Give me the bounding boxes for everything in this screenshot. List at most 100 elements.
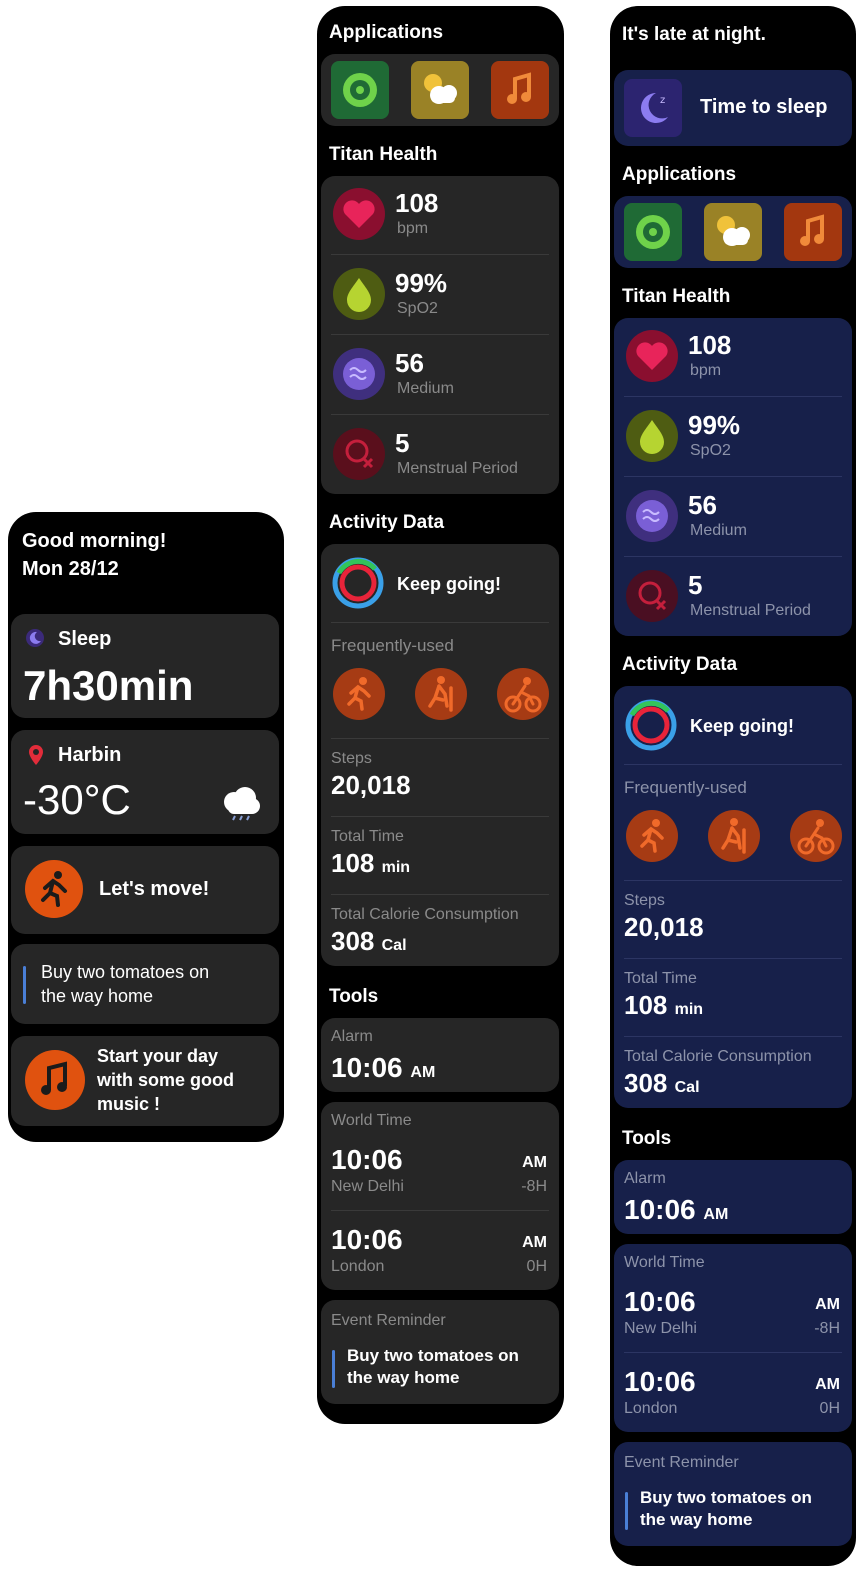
period-label: Menstrual Period	[397, 460, 518, 477]
activity-rings-icon	[332, 557, 384, 609]
running-icon[interactable]	[626, 810, 678, 862]
heart-label: bpm	[690, 362, 722, 379]
spo2-value: 99%	[395, 268, 448, 298]
music-line3: music !	[97, 1094, 161, 1114]
alarm-card[interactable]: Alarm 10:06 AM	[614, 1160, 852, 1234]
city-ampm: AM	[815, 1296, 840, 1313]
sleep-prompt-label: Time to sleep	[700, 96, 828, 118]
total-time-value: 108 min	[624, 990, 704, 1020]
divider	[624, 958, 842, 959]
divider	[331, 816, 549, 817]
world-time-card[interactable]: World Time 10:06 AM New Delhi -8H 10:06 …	[321, 1102, 559, 1290]
music-app-icon[interactable]	[491, 61, 549, 119]
weather-card[interactable]: Harbin -30°C	[11, 730, 279, 834]
divider	[624, 764, 842, 765]
divider	[331, 254, 549, 255]
steps-label: Steps	[331, 750, 372, 767]
activity-card[interactable]: Keep going! Frequently-used Steps 20,018…	[614, 686, 852, 1108]
mindfulness-app-icon[interactable]	[331, 61, 389, 119]
spo2-label: SpO2	[397, 300, 438, 317]
frequently-used-label: Frequently-used	[624, 778, 747, 797]
health-card[interactable]: 108 bpm 99% SpO2 56 Medium 5 Menstrual P…	[321, 176, 559, 494]
health-title: Titan Health	[622, 286, 731, 307]
period-icon	[333, 428, 385, 480]
event-label: Event Reminder	[331, 1312, 446, 1329]
svg-text:z: z	[660, 95, 665, 106]
alarm-time: 10:06 AM	[624, 1194, 729, 1225]
city-offset: -8H	[521, 1178, 547, 1195]
reminder-line2: the way home	[41, 986, 154, 1006]
event-reminder-card[interactable]: Event Reminder Buy two tomatoes on the w…	[321, 1300, 559, 1404]
weather-app-icon[interactable]	[704, 203, 762, 261]
event-accent	[332, 1350, 335, 1388]
applications-card	[614, 196, 852, 268]
divider	[624, 396, 842, 397]
hiking-icon[interactable]	[415, 668, 467, 720]
alarm-time: 10:06 AM	[331, 1052, 436, 1083]
activity-title: Activity Data	[622, 654, 738, 675]
calories-label: Total Calorie Consumption	[331, 906, 519, 923]
city-ampm: AM	[522, 1154, 547, 1171]
total-time-label: Total Time	[624, 970, 697, 987]
music-note-icon	[25, 1050, 85, 1110]
frequently-used-label: Frequently-used	[331, 636, 454, 655]
health-card[interactable]: 108 bpm 99% SpO2 56 Medium 5 Menstrual P…	[614, 318, 852, 636]
music-card[interactable]: Start your day with some good music !	[11, 1036, 279, 1126]
stress-label: Medium	[397, 380, 454, 397]
event-reminder-card[interactable]: Event Reminder Buy two tomatoes on the w…	[614, 1442, 852, 1546]
activity-card[interactable]: Keep going! Frequently-used Steps 20,018…	[321, 544, 559, 966]
alarm-label: Alarm	[624, 1170, 666, 1187]
keep-going-label: Keep going!	[690, 716, 794, 736]
location-pin-icon	[29, 745, 43, 765]
watch-home-screen: Good morning! Mon 28/12 Sleep 7h30min Ha…	[8, 512, 284, 1142]
reminder-card[interactable]: Buy two tomatoes on the way home	[11, 944, 279, 1024]
cycling-icon[interactable]	[497, 668, 549, 720]
stress-value: 56	[395, 348, 424, 378]
event-accent	[625, 1492, 628, 1530]
world-time-card[interactable]: World Time 10:06 AM New Delhi -8H 10:06 …	[614, 1244, 852, 1432]
hiking-icon[interactable]	[708, 810, 760, 862]
greeting: Good morning!	[22, 530, 167, 552]
steps-label: Steps	[624, 892, 665, 909]
event-line2: the way home	[640, 1510, 753, 1529]
stress-label: Medium	[690, 522, 747, 539]
sleep-value: 7h30min	[23, 662, 194, 709]
divider	[624, 880, 842, 881]
stress-icon	[333, 348, 385, 400]
divider	[331, 414, 549, 415]
cycling-icon[interactable]	[790, 810, 842, 862]
mindfulness-app-icon[interactable]	[624, 203, 682, 261]
spo2-value: 99%	[688, 410, 741, 440]
stress-value: 56	[688, 490, 717, 520]
period-value: 5	[688, 570, 703, 600]
weather-temp: -30°C	[23, 776, 131, 823]
weather-app-icon[interactable]	[411, 61, 469, 119]
divider	[331, 894, 549, 895]
divider	[331, 1210, 549, 1211]
weather-city: Harbin	[58, 744, 122, 766]
reminder-accent	[23, 966, 26, 1004]
alarm-card[interactable]: Alarm 10:06 AM	[321, 1018, 559, 1092]
sleep-card[interactable]: Sleep 7h30min	[11, 614, 279, 718]
sleep-prompt-card[interactable]: z Time to sleep	[614, 70, 852, 146]
music-line2: with some good	[97, 1070, 234, 1090]
city-name: New Delhi	[331, 1178, 404, 1195]
divider	[624, 476, 842, 477]
heart-value: 108	[395, 188, 439, 218]
spo2-label: SpO2	[690, 442, 731, 459]
watch-dashboard-night: It's late at night. z Time to sleep Appl…	[610, 6, 856, 1566]
steps-value: 20,018	[331, 770, 411, 800]
period-value: 5	[395, 428, 410, 458]
event-line1: Buy two tomatoes on	[347, 1346, 519, 1365]
music-app-icon[interactable]	[784, 203, 842, 261]
running-icon[interactable]	[333, 668, 385, 720]
event-line1: Buy two tomatoes on	[640, 1488, 812, 1507]
spo2-drop-icon	[333, 268, 385, 320]
night-header: It's late at night.	[622, 24, 766, 45]
watch-dashboard-dark: Applications Titan Health 108 bpm 99% Sp…	[317, 6, 564, 1424]
lets-move-card[interactable]: Let's move!	[11, 846, 279, 934]
event-line2: the way home	[347, 1368, 460, 1387]
city-time: 10:06	[331, 1224, 403, 1255]
activity-title: Activity Data	[329, 512, 445, 533]
total-time-value: 108 min	[331, 848, 411, 878]
